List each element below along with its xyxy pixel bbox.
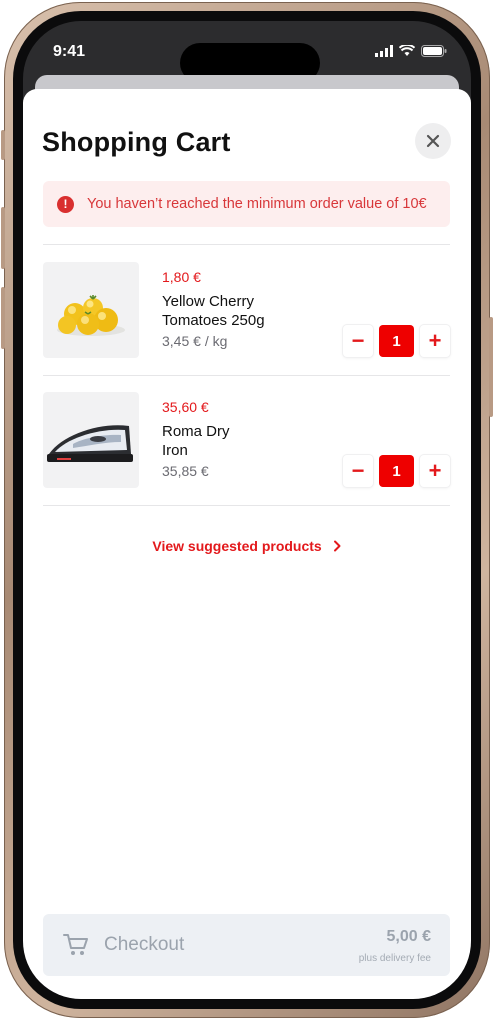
- increase-quantity-button[interactable]: +: [420, 325, 450, 357]
- product-image-tomatoes: [43, 262, 139, 358]
- quantity-stepper: − 1 +: [343, 325, 450, 357]
- phone-bezel: 9:41 Shopping Cart ! You haven’t reached…: [13, 11, 481, 1009]
- status-time: 9:41: [53, 43, 86, 60]
- quantity-stepper: − 1 +: [343, 455, 450, 487]
- cart-item: 1,80 € Yellow Cherry Tomatoes 250g 3,45 …: [43, 262, 450, 360]
- divider: [43, 505, 450, 506]
- checkout-label: Checkout: [104, 934, 185, 955]
- cart-item: 35,60 € Roma Dry Iron 35,85 € − 1 +: [43, 392, 450, 490]
- item-price: 1,80 €: [162, 269, 201, 285]
- wifi-icon: [399, 45, 415, 56]
- close-button[interactable]: [415, 123, 451, 159]
- phone-screen: 9:41 Shopping Cart ! You haven’t reached…: [23, 21, 471, 999]
- volume-up-button: [1, 207, 5, 269]
- minimum-order-alert: ! You haven’t reached the minimum order …: [43, 181, 450, 227]
- phone-frame: 9:41 Shopping Cart ! You haven’t reached…: [1, 2, 493, 1018]
- tomatoes-image: [57, 295, 125, 336]
- mute-switch: [1, 130, 5, 160]
- item-price: 35,60 €: [162, 399, 209, 415]
- divider: [43, 244, 450, 245]
- product-image-iron: [43, 392, 139, 488]
- decrease-quantity-button[interactable]: −: [343, 455, 373, 487]
- volume-down-button: [1, 287, 5, 349]
- cart-icon: [63, 934, 88, 955]
- delivery-fee-note: plus delivery fee: [358, 953, 431, 964]
- page-title: Shopping Cart: [42, 127, 231, 157]
- item-name: Yellow Cherry Tomatoes 250g: [162, 293, 265, 329]
- close-icon: [426, 134, 440, 148]
- chevron-right-icon: [333, 540, 341, 552]
- increase-quantity-button[interactable]: +: [420, 455, 450, 487]
- quantity-value[interactable]: 1: [379, 455, 414, 487]
- view-suggested-products-link[interactable]: View suggested products: [23, 538, 471, 554]
- suggested-link-label: View suggested products: [152, 538, 322, 554]
- item-unit-price: 35,85 €: [162, 463, 209, 479]
- status-icons: [375, 45, 447, 57]
- divider: [43, 375, 450, 376]
- alert-text: You haven’t reached the minimum order va…: [87, 196, 427, 212]
- quantity-value[interactable]: 1: [379, 325, 414, 357]
- decrease-quantity-button[interactable]: −: [343, 325, 373, 357]
- item-unit-price: 3,45 € / kg: [162, 333, 228, 349]
- signal-icon: [375, 45, 393, 57]
- battery-icon: [421, 45, 447, 57]
- item-name: Roma Dry Iron: [162, 423, 230, 459]
- checkout-button[interactable]: Checkout 5,00 € plus delivery fee: [43, 914, 450, 976]
- cart-sheet: Shopping Cart ! You haven’t reached the …: [23, 89, 471, 999]
- iron-image: [47, 425, 133, 462]
- info-icon: !: [57, 195, 74, 213]
- checkout-total: 5,00 €: [386, 928, 431, 945]
- power-button: [489, 317, 493, 417]
